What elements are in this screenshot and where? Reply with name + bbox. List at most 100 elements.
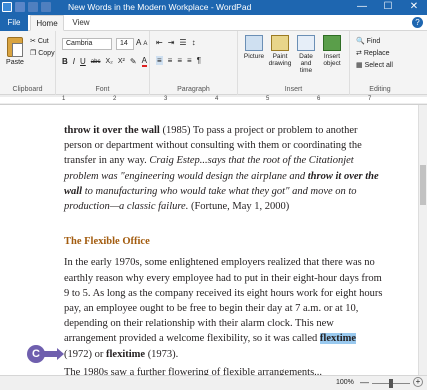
font-group-label: Font <box>95 86 110 93</box>
entry-term: throw it over the wall <box>64 125 160 136</box>
ruler-mark: 7 <box>368 96 372 102</box>
ruler-mark: 5 <box>266 96 270 102</box>
document-body[interactable]: throw it over the wall (1985) To pass a … <box>64 123 384 362</box>
insert-object-button[interactable]: Insert object <box>320 35 344 67</box>
ribbon-home: Paste ✂ Cut ❐ Copy Clipboard Cambria 14 … <box>0 31 427 95</box>
tab-file[interactable]: File <box>0 15 28 31</box>
tab-home[interactable]: Home <box>30 15 64 31</box>
justify-icon[interactable]: ≡ <box>187 56 192 65</box>
ruler-mark: 2 <box>113 96 117 102</box>
minimize-button[interactable]: — <box>349 0 375 15</box>
citation-source: (Fortune, May 1, 2000) <box>188 201 290 213</box>
insert-group: Picture Paint drawing Date and time Inse… <box>238 31 350 95</box>
grow-font-button[interactable]: A <box>136 38 141 47</box>
zoom-slider-thumb[interactable] <box>389 379 393 388</box>
insert-picture-button[interactable]: Picture <box>242 35 266 60</box>
paragraph-settings-icon[interactable]: ¶ <box>197 56 201 65</box>
tab-view[interactable]: View <box>66 15 96 31</box>
italic-button[interactable]: I <box>73 57 75 66</box>
find-button[interactable]: 🔍 Find <box>356 37 380 45</box>
vertical-scrollbar[interactable] <box>418 105 427 375</box>
font-color-button[interactable]: A <box>141 56 147 67</box>
font-size-select[interactable]: 14 <box>116 38 134 50</box>
decrease-indent-icon[interactable]: ⇤ <box>156 38 163 47</box>
insert-object-label: Insert object <box>323 53 341 67</box>
paint-drawing-icon <box>271 35 289 51</box>
superscript-button[interactable]: X² <box>118 58 125 65</box>
copy-label: Copy <box>38 50 55 57</box>
underline-button[interactable]: U <box>80 57 86 66</box>
document-area[interactable]: throw it over the wall (1985) To pass a … <box>0 105 418 375</box>
ruler-mark: 3 <box>164 96 168 102</box>
paragraph-group: ⇤ ⇥ ☰ ↕ ≡ ≡ ≡ ≡ ¶ Paragraph <box>150 31 238 95</box>
font-family-select[interactable]: Cambria <box>62 38 112 50</box>
replace-label: Replace <box>363 50 390 57</box>
zoom-level: 100% <box>336 379 354 386</box>
section-heading: The Flexible Office <box>64 236 150 248</box>
align-left-icon[interactable]: ≡ <box>156 56 163 65</box>
font-format-row: B I U abc X₂ X² ✎ A <box>62 56 147 67</box>
callout-arrowhead <box>57 348 64 360</box>
copy-button[interactable]: ❐ Copy <box>30 49 55 57</box>
cut-button[interactable]: ✂ Cut <box>30 37 49 45</box>
redo-icon[interactable] <box>41 2 51 12</box>
zoom-out-button[interactable]: — <box>360 377 369 387</box>
paint-drawing-label: Paint drawing <box>268 53 292 67</box>
ribbon-tabs: File Home View ? <box>0 15 427 31</box>
calendar-icon <box>297 35 315 51</box>
paste-button[interactable]: Paste <box>4 37 26 73</box>
highlight-icon[interactable]: ✎ <box>130 57 137 66</box>
save-icon[interactable] <box>15 2 25 12</box>
ruler[interactable]: 1 2 3 4 5 6 7 <box>0 95 427 105</box>
ruler-mark: 1 <box>62 96 66 102</box>
callout-arrow-icon <box>44 351 58 357</box>
font-group: Cambria 14 AA B I U abc X₂ X² ✎ A Font <box>56 31 150 95</box>
window-title: New Words in the Modern Workplace - Word… <box>68 2 252 12</box>
replace-button[interactable]: ⇄ Replace <box>356 49 390 57</box>
cut-label: Cut <box>37 38 49 45</box>
paragraph-group-label: Paragraph <box>177 86 210 93</box>
ruler-mark: 6 <box>317 96 321 102</box>
clipboard-group-label: Clipboard <box>12 86 43 93</box>
align-center-icon[interactable]: ≡ <box>168 56 173 65</box>
date-time-button[interactable]: Date and time <box>294 35 318 74</box>
step-callout-badge: C <box>27 345 45 363</box>
quick-access-toolbar <box>2 2 60 12</box>
picture-label: Picture <box>243 53 265 60</box>
subscript-button[interactable]: X₂ <box>105 58 112 65</box>
term-flexitime: flexitime <box>106 348 146 360</box>
maximize-button[interactable]: ☐ <box>375 0 401 15</box>
bold-button[interactable]: B <box>62 57 68 66</box>
insert-group-label: Insert <box>284 86 303 93</box>
close-button[interactable]: ✕ <box>401 0 427 15</box>
help-icon[interactable]: ? <box>412 17 423 28</box>
undo-icon[interactable] <box>28 2 38 12</box>
editing-group: 🔍 Find ⇄ Replace ▦ Select all Editing <box>350 31 410 95</box>
paste-label: Paste <box>6 59 24 66</box>
wordpad-app-icon[interactable] <box>2 2 12 12</box>
ruler-mark: 4 <box>215 96 219 102</box>
editing-group-label: Editing <box>369 86 391 93</box>
title-bar: New Words in the Modern Workplace - Word… <box>0 0 427 15</box>
date-time-label: Date and time <box>299 53 313 74</box>
status-bar: 100% — + <box>0 375 427 390</box>
object-icon <box>323 35 341 51</box>
align-right-icon[interactable]: ≡ <box>177 56 182 65</box>
paste-icon <box>7 37 23 57</box>
line-spacing-icon[interactable]: ↕ <box>192 38 196 47</box>
strikethrough-button[interactable]: abc <box>91 59 101 65</box>
customize-toolbar-icon[interactable] <box>54 2 60 12</box>
increase-indent-icon[interactable]: ⇥ <box>168 38 175 47</box>
clipboard-group: Paste ✂ Cut ❐ Copy Clipboard <box>0 31 56 95</box>
partial-next-line: The 1980s saw a further flowering of fle… <box>64 367 323 375</box>
list-icon[interactable]: ☰ <box>179 38 186 47</box>
entry-paragraph: throw it over the wall (1985) To pass a … <box>64 125 379 213</box>
picture-icon <box>245 35 263 51</box>
shrink-font-button[interactable]: A <box>143 41 147 47</box>
paint-drawing-button[interactable]: Paint drawing <box>268 35 292 67</box>
select-all-button[interactable]: ▦ Select all <box>356 61 393 69</box>
selected-text[interactable]: flextime <box>319 333 357 345</box>
scrollbar-thumb[interactable] <box>420 165 426 205</box>
find-label: Find <box>366 38 381 45</box>
zoom-in-button[interactable]: + <box>413 377 423 387</box>
